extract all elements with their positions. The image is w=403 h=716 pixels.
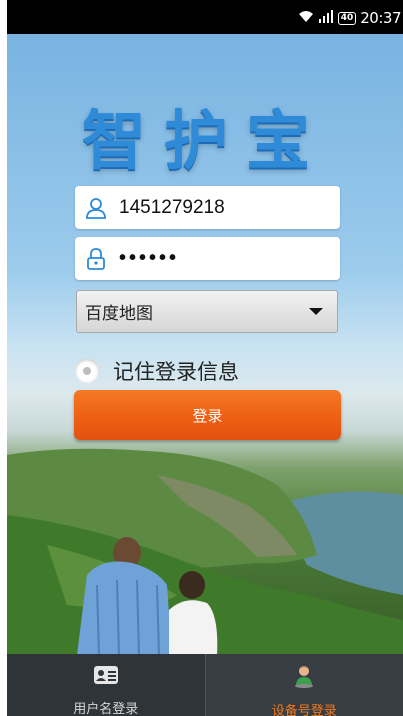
landscape-image — [7, 448, 403, 655]
map-select[interactable]: 百度地图 — [76, 290, 338, 333]
username-value[interactable]: 1451279218 — [119, 197, 225, 219]
bottom-tab-bar: 用户名登录 设备号登录 — [7, 654, 403, 716]
password-value[interactable]: •••••• — [119, 247, 179, 270]
username-field[interactable]: 1451279218 — [75, 186, 340, 229]
remember-label: 记住登录信息 — [113, 360, 239, 384]
status-bar: 40 20:37 — [7, 0, 403, 34]
radio-dot — [83, 367, 91, 375]
app-logo: 智护宝 — [82, 105, 328, 179]
tab-username-login-label: 用户名登录 — [73, 702, 139, 716]
tab-username-login[interactable]: 用户名登录 — [7, 654, 206, 716]
status-icons: 40 20:37 — [298, 9, 401, 27]
map-select-value: 百度地图 — [85, 304, 153, 324]
login-button[interactable]: 登录 — [74, 390, 341, 440]
lock-icon — [85, 247, 107, 270]
password-field[interactable]: •••••• — [75, 237, 340, 280]
tab-device-login-label: 设备号登录 — [271, 704, 337, 716]
remember-radio[interactable] — [75, 359, 99, 383]
remember-option[interactable]: 记住登录信息 — [75, 356, 239, 386]
id-card-icon — [93, 664, 119, 690]
user-icon — [85, 197, 107, 219]
chevron-down-icon — [309, 308, 323, 315]
wifi-icon — [298, 10, 314, 27]
tab-device-login[interactable]: 设备号登录 — [205, 654, 403, 716]
status-time: 20:37 — [360, 9, 401, 27]
signal-icon — [318, 9, 334, 27]
app-screen: 40 20:37 智护宝 1451279218 •••••• 百度地图 记住登录… — [7, 0, 403, 716]
battery-icon: 40 — [337, 11, 357, 25]
person-icon — [293, 664, 315, 692]
